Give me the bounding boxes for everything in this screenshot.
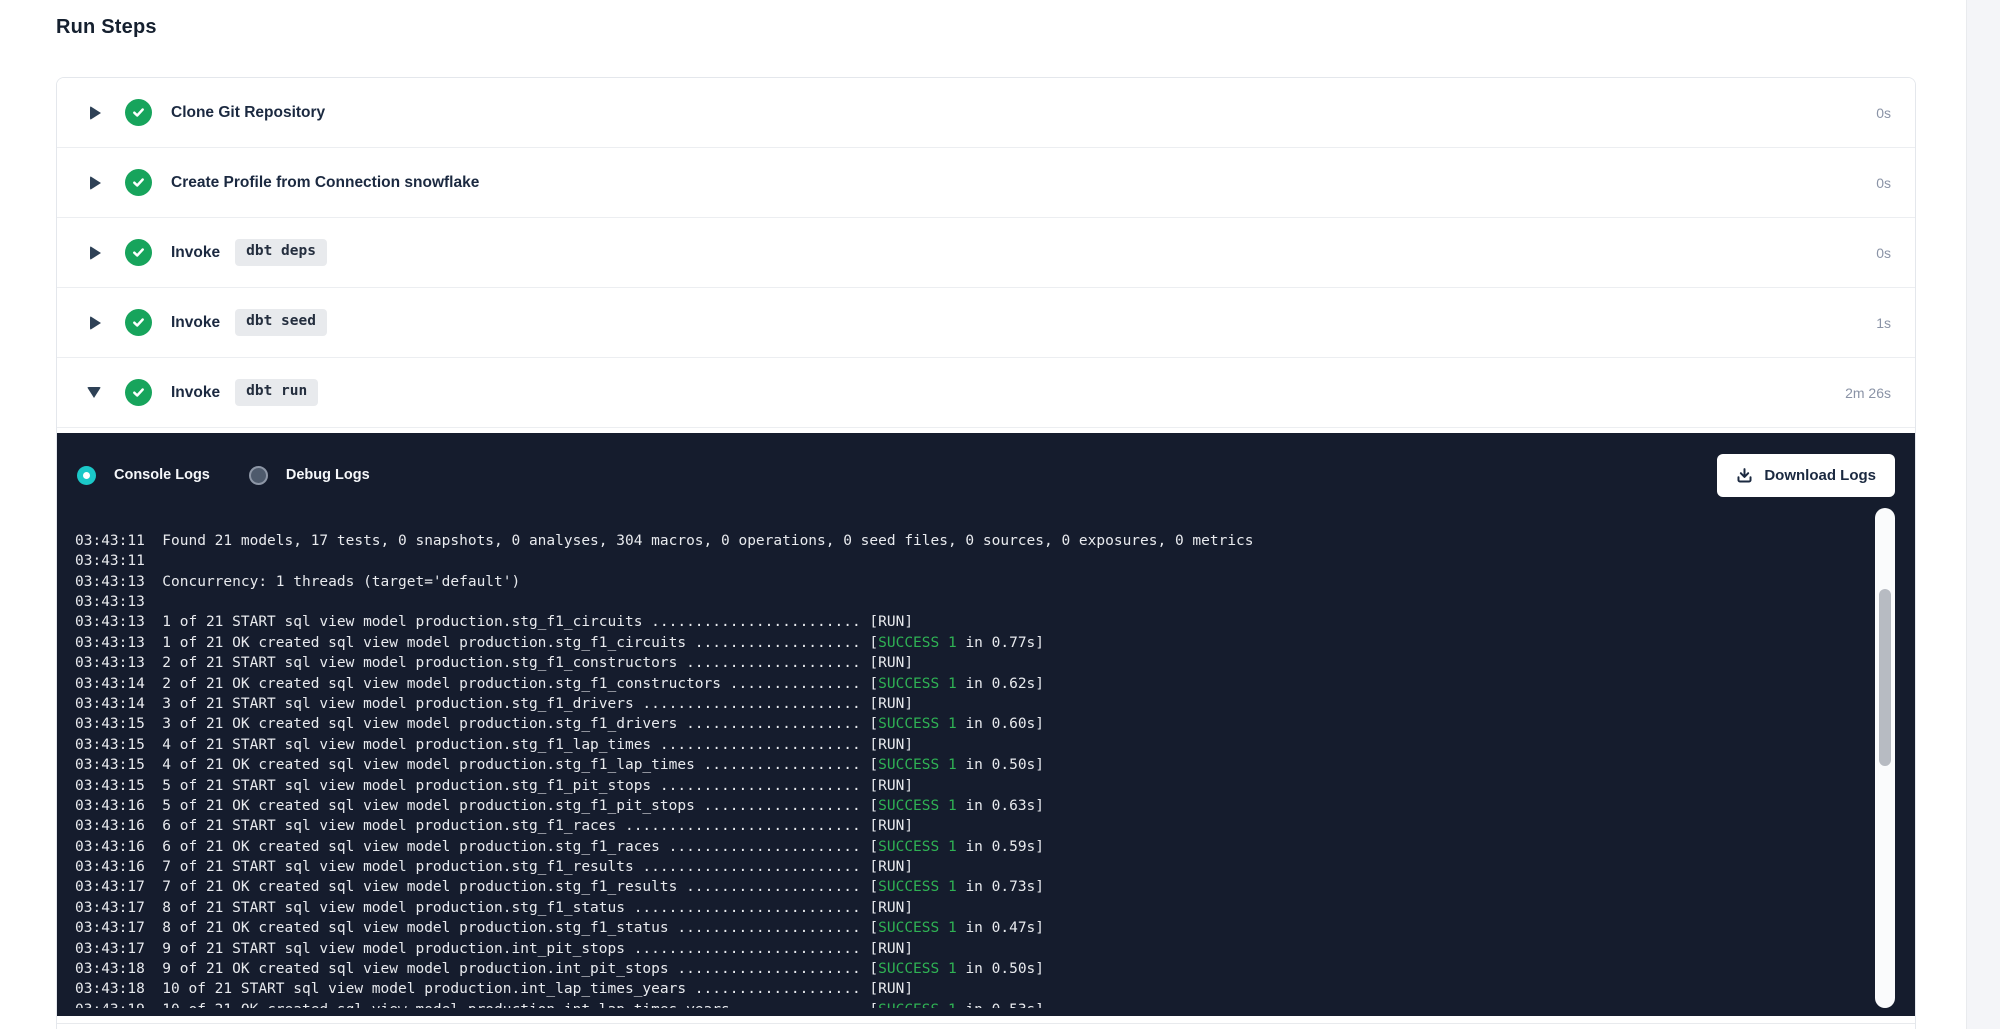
expand-caret-icon[interactable] xyxy=(90,316,101,330)
log-line: 03:43:18 9 of 21 OK created sql view mod… xyxy=(75,959,1835,979)
log-line: 03:43:13 1 of 21 OK created sql view mod… xyxy=(75,633,1835,653)
log-line: 03:43:13 Concurrency: 1 threads (target=… xyxy=(75,572,1835,592)
log-line: 03:43:18 10 of 21 START sql view model p… xyxy=(75,979,1835,999)
step-duration: 0s xyxy=(1876,175,1891,191)
expand-caret-icon[interactable] xyxy=(90,246,101,260)
log-line: 03:43:16 6 of 21 START sql view model pr… xyxy=(75,816,1835,836)
log-line: 03:43:13 2 of 21 START sql view model pr… xyxy=(75,653,1835,673)
radio-selected-icon[interactable] xyxy=(77,466,96,485)
status-success-icon xyxy=(125,379,152,406)
log-line: 03:43:15 5 of 21 START sql view model pr… xyxy=(75,776,1835,796)
log-line: 03:43:17 8 of 21 OK created sql view mod… xyxy=(75,918,1835,938)
page-title: Run Steps xyxy=(56,16,157,39)
log-line: 03:43:16 6 of 21 OK created sql view mod… xyxy=(75,837,1835,857)
log-scrollbar[interactable] xyxy=(1875,508,1895,1008)
log-line: 03:43:11 xyxy=(75,551,1835,571)
expand-caret-icon[interactable] xyxy=(90,106,101,120)
expand-caret-icon[interactable] xyxy=(90,176,101,190)
step-command-chip: dbt deps xyxy=(235,239,327,265)
step-command-chip: dbt run xyxy=(235,379,318,405)
step-row-invoke-dbt-run[interactable]: Invoke dbt run 2m 26s xyxy=(57,358,1915,428)
log-panel: Console Logs Debug Logs Download Logs 03… xyxy=(57,433,1915,1016)
log-line: 03:43:13 xyxy=(75,592,1835,612)
log-line: 03:43:13 1 of 21 START sql view model pr… xyxy=(75,612,1835,632)
status-success-icon xyxy=(125,239,152,266)
status-success-icon xyxy=(125,309,152,336)
run-steps-card: Clone Git Repository 0s Create Profile f… xyxy=(56,77,1916,1029)
log-line: 03:43:11 Found 21 models, 17 tests, 0 sn… xyxy=(75,531,1835,551)
scrollbar-thumb[interactable] xyxy=(1879,589,1891,766)
next-row-divider xyxy=(57,1023,1915,1024)
step-label: Create Profile from Connection snowflake xyxy=(171,174,479,192)
log-line: 03:43:14 3 of 21 START sql view model pr… xyxy=(75,694,1835,714)
log-line: 03:43:15 3 of 21 OK created sql view mod… xyxy=(75,714,1835,734)
step-label: Invoke xyxy=(171,384,220,402)
log-line: 03:43:15 4 of 21 OK created sql view mod… xyxy=(75,755,1835,775)
download-label: Download Logs xyxy=(1764,467,1876,484)
step-duration: 2m 26s xyxy=(1845,385,1891,401)
download-logs-button[interactable]: Download Logs xyxy=(1717,454,1895,497)
log-line: 03:43:17 8 of 21 START sql view model pr… xyxy=(75,898,1835,918)
collapse-caret-icon[interactable] xyxy=(87,387,101,398)
radio-label: Console Logs xyxy=(114,467,210,483)
log-viewport[interactable]: 03:43:11 Found 21 models, 17 tests, 0 sn… xyxy=(75,501,1835,1008)
step-label: Invoke xyxy=(171,314,220,332)
step-row-invoke-dbt-seed[interactable]: Invoke dbt seed 1s xyxy=(57,288,1915,358)
log-lines: 03:43:11 Found 21 models, 17 tests, 0 sn… xyxy=(75,531,1835,1008)
step-duration: 0s xyxy=(1876,245,1891,261)
radio-label: Debug Logs xyxy=(286,467,370,483)
step-command-chip: dbt seed xyxy=(235,309,327,335)
step-row-invoke-dbt-deps[interactable]: Invoke dbt deps 0s xyxy=(57,218,1915,288)
debug-logs-radio[interactable]: Debug Logs xyxy=(249,466,370,485)
log-line: 03:43:16 7 of 21 START sql view model pr… xyxy=(75,857,1835,877)
status-success-icon xyxy=(125,99,152,126)
log-line: 03:43:15 4 of 21 START sql view model pr… xyxy=(75,735,1835,755)
log-line: 03:43:17 7 of 21 OK created sql view mod… xyxy=(75,877,1835,897)
right-gutter xyxy=(1966,0,2000,1029)
step-label: Clone Git Repository xyxy=(171,104,325,122)
console-logs-radio[interactable]: Console Logs xyxy=(77,466,210,485)
step-duration: 0s xyxy=(1876,105,1891,121)
step-label: Invoke xyxy=(171,244,220,262)
download-icon xyxy=(1736,467,1753,484)
log-line: 03:43:17 9 of 21 START sql view model pr… xyxy=(75,939,1835,959)
radio-unselected-icon[interactable] xyxy=(249,466,268,485)
log-line: 03:43:19 10 of 21 OK created sql view mo… xyxy=(75,1000,1835,1008)
log-line: 03:43:14 2 of 21 OK created sql view mod… xyxy=(75,674,1835,694)
status-success-icon xyxy=(125,169,152,196)
step-row-clone-git-repository[interactable]: Clone Git Repository 0s xyxy=(57,78,1915,148)
step-row-create-profile[interactable]: Create Profile from Connection snowflake… xyxy=(57,148,1915,218)
log-line: 03:43:16 5 of 21 OK created sql view mod… xyxy=(75,796,1835,816)
step-duration: 1s xyxy=(1876,315,1891,331)
